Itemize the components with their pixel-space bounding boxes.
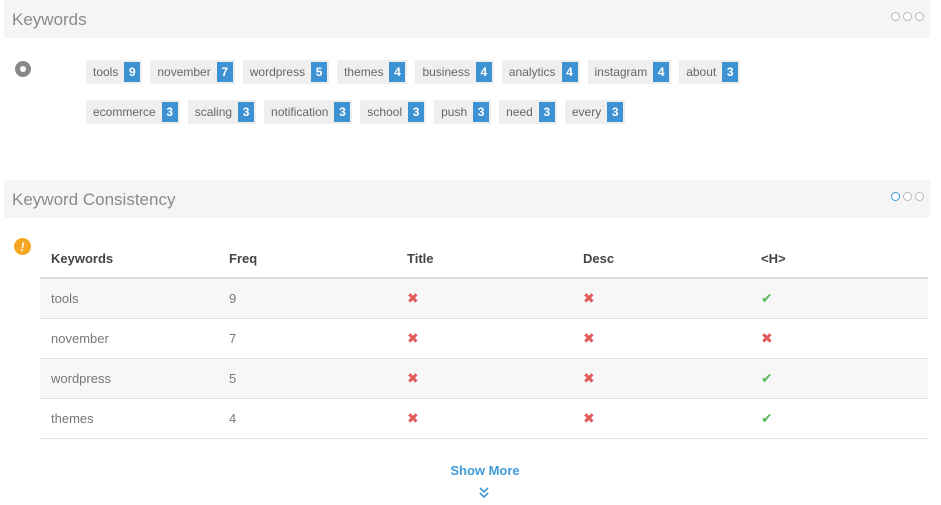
keyword-tag-count: 9 <box>124 62 141 82</box>
keyword-tag[interactable]: every 3 <box>564 100 626 124</box>
keyword-tag[interactable]: scaling 3 <box>187 100 257 124</box>
keyword-tag[interactable]: about 3 <box>679 60 741 84</box>
column-header-h: <H> <box>750 240 928 279</box>
keyword-tag-count: 4 <box>561 62 578 82</box>
table-row: tools 9 ✖ ✖ ✔ <box>40 278 928 319</box>
cross-icon: ✖ <box>583 289 595 306</box>
cross-icon: ✖ <box>407 329 419 346</box>
table-row: themes 4 ✖ ✖ ✔ <box>40 398 928 439</box>
keyword-tag-label: need <box>506 105 533 119</box>
cross-icon: ✖ <box>583 369 595 386</box>
keyword-tag-count: 3 <box>607 102 624 122</box>
keyword-tag-count: 4 <box>389 62 406 82</box>
keyword-tag-label: themes <box>344 65 384 79</box>
keyword-tag[interactable]: notification 3 <box>264 100 353 124</box>
keyword-tag-label: push <box>441 105 468 119</box>
keyword-tag[interactable]: tools 9 <box>86 60 143 84</box>
cell-keyword: tools <box>40 278 218 319</box>
option-dot-icon <box>891 12 900 21</box>
keyword-tag-label: about <box>686 65 717 79</box>
column-header-title: Title <box>396 240 572 279</box>
keyword-tag-count: 4 <box>475 62 492 82</box>
keyword-tag-count: 7 <box>216 62 233 82</box>
check-icon: ✔ <box>761 289 773 306</box>
keyword-tag-count: 4 <box>653 62 670 82</box>
consistency-panel-header: Keyword Consistency <box>4 180 930 218</box>
cell-freq: 9 <box>218 278 396 319</box>
cross-icon: ✖ <box>407 369 419 386</box>
keyword-tag-label: notification <box>271 105 329 119</box>
cross-icon: ✖ <box>583 329 595 346</box>
consistency-panel-title: Keyword Consistency <box>12 190 176 209</box>
keyword-tag-row-1: tools 9 november 7 wordpress 5 themes 4 busi… <box>86 60 741 84</box>
column-header-freq: Freq <box>218 240 396 279</box>
keyword-tag-label: every <box>571 105 602 119</box>
warning-icon: ! <box>14 238 31 255</box>
keyword-tag-label: november <box>157 65 211 79</box>
keyword-tag-row-2: ecommerce 3 scaling 3 notification 3 school… <box>86 100 626 124</box>
cross-icon: ✖ <box>583 409 595 426</box>
keyword-tag-label: school <box>367 105 403 119</box>
check-icon: ✔ <box>761 369 773 386</box>
cross-icon: ✖ <box>407 409 419 426</box>
column-header-keywords: Keywords <box>40 240 218 279</box>
cell-keyword: themes <box>40 398 218 439</box>
panel-options-icon[interactable] <box>891 12 924 21</box>
option-dot-icon <box>891 192 900 201</box>
info-circle-icon <box>15 61 31 77</box>
keywords-panel-header: Keywords <box>4 0 930 38</box>
keywords-panel-title: Keywords <box>12 10 87 29</box>
keyword-tag[interactable]: wordpress 5 <box>242 60 330 84</box>
check-icon: ✔ <box>761 409 773 426</box>
chevron-double-down-icon[interactable] <box>479 487 489 499</box>
column-header-desc: Desc <box>572 240 750 279</box>
keyword-tag-label: instagram <box>594 65 648 79</box>
keyword-tag-count: 3 <box>334 102 351 122</box>
table-row: wordpress 5 ✖ ✖ ✔ <box>40 358 928 399</box>
keyword-consistency-table: Keywords Freq Title Desc <H> tools 9 ✖ ✖… <box>40 240 928 439</box>
cell-keyword: wordpress <box>40 358 218 399</box>
keyword-tag-count: 5 <box>311 62 328 82</box>
panel-options-icon[interactable] <box>891 192 924 201</box>
keyword-tag-count: 3 <box>408 102 425 122</box>
keyword-tag[interactable]: school 3 <box>360 100 427 124</box>
table-row: november 7 ✖ ✖ ✖ <box>40 318 928 359</box>
show-more-link[interactable]: Show More <box>0 463 941 478</box>
keyword-tag[interactable]: analytics 4 <box>501 60 580 84</box>
keyword-tag-count: 3 <box>161 102 178 122</box>
option-dot-icon <box>915 12 924 21</box>
keyword-tag[interactable]: need 3 <box>499 100 557 124</box>
keyword-tag[interactable]: themes 4 <box>337 60 408 84</box>
keyword-tag-label: wordpress <box>249 65 306 79</box>
keyword-tag[interactable]: push 3 <box>434 100 492 124</box>
keyword-tag-count: 3 <box>722 62 739 82</box>
option-dot-icon <box>915 192 924 201</box>
cross-icon: ✖ <box>407 289 419 306</box>
keyword-tag[interactable]: instagram 4 <box>587 60 672 84</box>
table-header-row: Keywords Freq Title Desc <H> <box>40 240 928 279</box>
cross-icon: ✖ <box>761 329 773 346</box>
cell-freq: 7 <box>218 318 396 359</box>
keyword-tag[interactable]: ecommerce 3 <box>86 100 180 124</box>
keyword-tag-count: 3 <box>473 102 490 122</box>
keyword-tag-label: tools <box>93 65 119 79</box>
keyword-tag-label: scaling <box>194 105 233 119</box>
cell-freq: 5 <box>218 358 396 399</box>
cell-freq: 4 <box>218 398 396 439</box>
keyword-tag[interactable]: november 7 <box>150 60 235 84</box>
keyword-tag-label: ecommerce <box>93 105 156 119</box>
keyword-tag[interactable]: business 4 <box>415 60 494 84</box>
option-dot-icon <box>903 12 912 21</box>
keyword-tag-label: analytics <box>508 65 556 79</box>
option-dot-icon <box>903 192 912 201</box>
keyword-tag-label: business <box>422 65 470 79</box>
keyword-tag-count: 3 <box>238 102 255 122</box>
cell-keyword: november <box>40 318 218 359</box>
keyword-tag-count: 3 <box>538 102 555 122</box>
